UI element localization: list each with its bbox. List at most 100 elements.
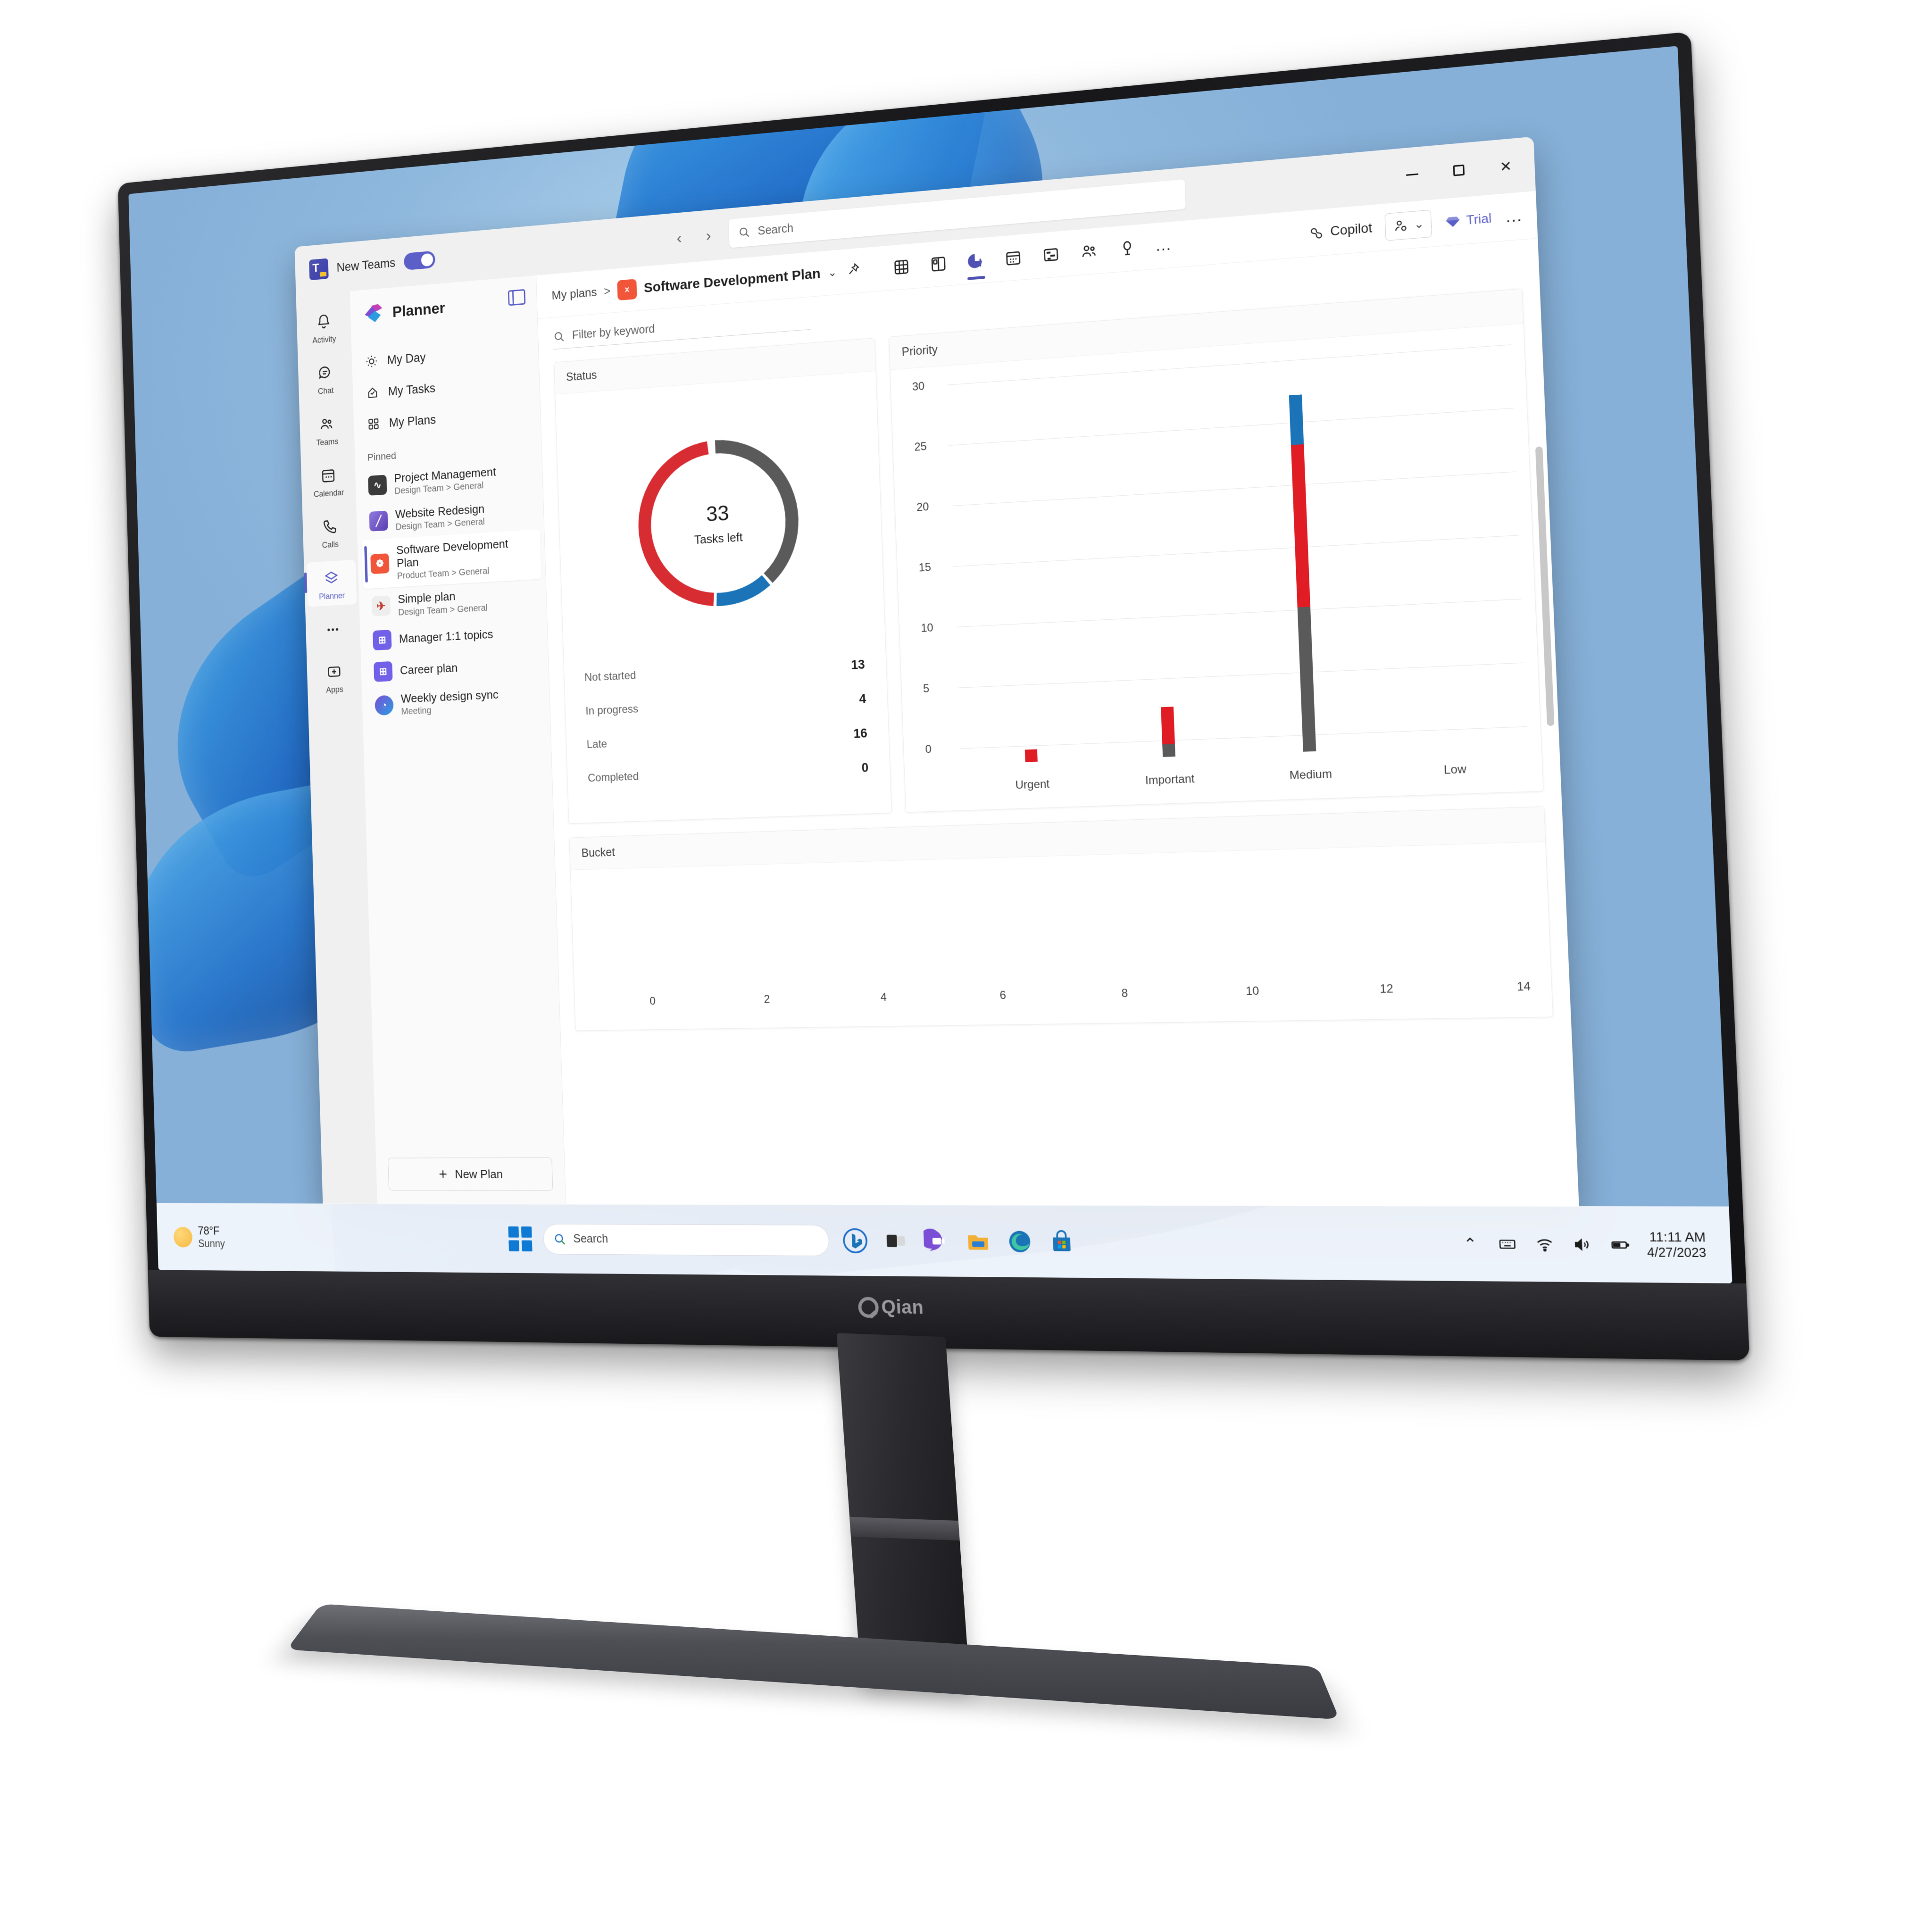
nav-label-my-tasks: My Tasks [388,381,436,398]
chevron-down-icon[interactable]: ⌄ [828,266,837,280]
plan-badge-icon [617,278,637,300]
rail-item-chat[interactable]: Chat [300,354,351,402]
teams-body: Activity Chat Teams Calendar Calls Plann… [296,191,1579,1207]
monitor-brand-label: Qian [881,1296,924,1318]
edge-icon[interactable] [1005,1226,1035,1257]
plan-main-content: My plans > Software Development Plan ⌄ …… [536,191,1579,1207]
close-button[interactable]: ✕ [1482,147,1530,185]
apps-icon [325,661,343,682]
page-title: Software Development Plan [643,266,821,296]
bar-col-medium[interactable] [1224,355,1382,754]
trial-badge[interactable]: Trial [1445,210,1492,230]
status-donut-chart[interactable]: 33 Tasks left [631,429,807,616]
people-picker-chevron: ⌄ [1414,217,1424,232]
people-picker-button[interactable]: ⌄ [1384,209,1432,241]
windows-taskbar: 78°F Sunny Search ⌃ 11:11 AM 4/27/2023 [156,1203,1732,1283]
search-icon [553,1232,566,1246]
back-button[interactable]: ‹ [670,228,689,248]
teams-chat-icon[interactable] [922,1226,952,1256]
legend-label: Late [586,737,608,751]
microsoft-store-icon[interactable] [1046,1226,1077,1257]
priority-bar-chart[interactable]: 30 25 20 15 10 5 0 Urgent Important Medi… [891,324,1543,812]
rail-item-planner[interactable]: Planner [306,559,357,607]
tab-board[interactable] [927,249,949,278]
bucket-x-axis: 0 2 4 6 8 10 12 14 [650,980,1531,1008]
plus-icon [437,1168,449,1181]
plan-icon-software-development-plan: ❁ [370,553,390,575]
tab-timeline[interactable] [1040,240,1062,269]
charts-area: Status 33 Tasks left Not started 13 In p… [539,282,1579,1207]
tab-schedule[interactable] [1002,243,1025,272]
tab-people[interactable] [1078,237,1101,266]
battery-icon[interactable] [1608,1234,1632,1255]
planner-nav: My Day My Tasks My Plans [351,333,541,441]
new-plan-button[interactable]: New Plan [388,1157,553,1191]
bar-col-urgent[interactable] [950,375,1100,765]
bucket-x-tick-2: 2 [764,993,770,1006]
rail-label-calls: Calls [322,540,339,550]
phone-icon [320,516,339,537]
chat-icon [316,363,335,383]
monitor-stand-neck [836,1333,970,1686]
rail-label-teams: Teams [316,437,339,448]
rail-item-apps[interactable]: Apps [309,653,359,700]
trial-label: Trial [1466,210,1492,228]
planner-icon [322,568,341,589]
bucket-x-tick-14: 14 [1516,980,1531,994]
desktop-scene: Qian Ne [0,0,1932,1932]
rail-label-calendar: Calendar [313,488,344,499]
taskbar-clock[interactable]: 11:11 AM 4/27/2023 [1646,1229,1707,1261]
plan-toolbar-right: Copilot ⌄ Trial … [1307,202,1524,247]
plan-overflow-button[interactable]: … [1505,206,1524,227]
breadcrumb-root[interactable]: My plans [551,285,597,303]
new-teams-toggle-group[interactable]: New Teams [295,241,523,281]
wifi-icon[interactable] [1533,1233,1556,1255]
minimize-button[interactable] [1388,156,1436,193]
y-tick-30: 30 [912,380,925,393]
planner-sidebar: Planner My Day My Tasks My Plans Pinned … [350,275,566,1205]
task-view-icon[interactable] [881,1226,911,1256]
copilot-bing-icon[interactable] [841,1226,870,1256]
search-icon [553,330,566,343]
copilot-icon [1307,224,1324,242]
tab-grid[interactable] [891,252,913,281]
monitor-screen: New Teams ‹ › Search [128,46,1732,1283]
y-tick-0: 0 [925,742,932,756]
donut-center: 33 Tasks left [631,429,807,616]
rail-item-calendar[interactable]: Calendar [303,457,354,505]
rail-item-activity[interactable]: Activity [299,303,349,351]
weather-widget[interactable]: 78°F Sunny [157,1224,334,1250]
pin-icon[interactable] [847,262,861,280]
bar-col-low[interactable] [1366,344,1528,749]
forward-button[interactable]: › [700,225,718,245]
file-explorer-icon[interactable] [963,1226,993,1256]
tab-goals[interactable] [1116,233,1139,263]
bucket-chart-card: Bucket 0 2 4 6 8 10 12 14 [569,806,1554,1031]
rail-item-more[interactable] [308,611,358,649]
tabs-overflow-button[interactable]: … [1155,235,1173,256]
planner-logo-icon [363,302,385,325]
bar-col-important[interactable] [1085,365,1239,759]
volume-icon[interactable] [1571,1234,1594,1255]
copilot-label: Copilot [1330,220,1373,239]
tab-charts[interactable] [965,246,987,275]
collapse-sidebar-icon[interactable] [508,289,526,306]
planner-header: Planner [350,287,537,326]
show-hidden-icons-chevron[interactable]: ⌃ [1459,1233,1482,1254]
nav-label-my-plans: My Plans [389,412,436,430]
new-teams-toggle[interactable] [403,250,435,271]
windows-start-icon[interactable] [508,1226,533,1251]
maximize-button[interactable] [1435,151,1483,189]
monitor-brand: Qian [858,1296,924,1318]
rail-item-calls[interactable]: Calls [305,508,355,556]
planner-title: Planner [392,299,446,321]
sun-icon [173,1226,193,1248]
bucket-x-tick-4: 4 [880,991,887,1004]
more-icon [324,619,342,640]
clock-date: 4/27/2023 [1647,1245,1707,1260]
rail-item-teams[interactable]: Teams [302,406,352,453]
calendar-icon [319,465,338,486]
taskbar-search-input[interactable]: Search [542,1224,830,1256]
keyboard-layout-icon[interactable] [1496,1233,1519,1255]
copilot-button[interactable]: Copilot [1307,220,1373,242]
